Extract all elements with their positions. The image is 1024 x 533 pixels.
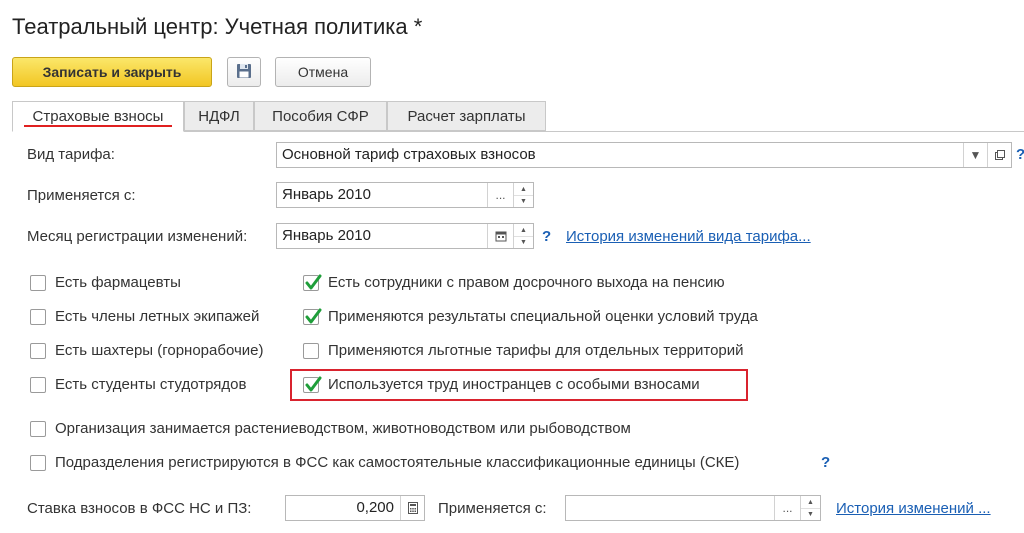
applies-from-label: Применяется с: <box>27 187 136 204</box>
reg-month-label: Месяц регистрации изменений: <box>27 228 248 245</box>
fss-history-link[interactable]: История изменений ... <box>836 500 991 517</box>
special-assessment-label[interactable]: Применяются результаты специальной оценк… <box>328 308 758 325</box>
miners-checkbox[interactable] <box>30 343 46 359</box>
spin-down-icon[interactable]: ▼ <box>514 195 533 207</box>
calendar-icon[interactable] <box>487 224 513 248</box>
territory-tariffs-label[interactable]: Применяются льготные тарифы для отдельны… <box>328 342 744 359</box>
applies-from-value: Январь 2010 <box>282 186 371 203</box>
tariff-type-select[interactable]: Основной тариф страховых взносов ▼ <box>276 142 1012 168</box>
cancel-button[interactable]: Отмена <box>275 57 371 87</box>
spin-control[interactable]: ▲ ▼ <box>800 496 820 520</box>
spin-down-icon[interactable]: ▼ <box>801 508 820 520</box>
foreign-workers-checkbox[interactable] <box>303 376 322 393</box>
checkmark-icon <box>305 308 322 324</box>
tab-label: Пособия СФР <box>272 107 369 125</box>
fss-units-help-icon[interactable]: ? <box>821 454 830 471</box>
early-pension-checkbox[interactable] <box>303 274 322 291</box>
checkmark-icon <box>305 274 322 290</box>
save-and-close-button[interactable]: Записать и закрыть <box>12 57 212 87</box>
tab-label: НДФЛ <box>198 107 240 125</box>
agro-label[interactable]: Организация занимается растениеводством,… <box>55 420 631 437</box>
tab-label: Расчет зарплаты <box>407 107 526 125</box>
calculator-icon[interactable] <box>400 496 424 520</box>
students-checkbox[interactable] <box>30 377 46 393</box>
reg-month-help-icon[interactable]: ? <box>542 228 551 245</box>
fss-units-label[interactable]: Подразделения регистрируются в ФСС как с… <box>55 454 739 471</box>
open-icon[interactable] <box>987 143 1011 167</box>
tab-benefits[interactable]: Пособия СФР <box>254 101 387 131</box>
reg-month-value: Январь 2010 <box>282 227 371 244</box>
checkmark-icon <box>305 376 322 392</box>
territory-tariffs-checkbox[interactable] <box>303 343 319 359</box>
spin-down-icon[interactable]: ▼ <box>514 236 533 248</box>
pharmacists-label[interactable]: Есть фармацевты <box>55 274 181 291</box>
pharmacists-checkbox[interactable] <box>30 275 46 291</box>
tab-insurance[interactable]: Страховые взносы <box>12 101 184 132</box>
miners-label[interactable]: Есть шахтеры (горнорабочие) <box>55 342 264 359</box>
tab-label: Страховые взносы <box>32 108 164 125</box>
fss-rate-field[interactable]: 0,200 <box>285 495 425 521</box>
fss-rate-label: Ставка взносов в ФСС НС и ПЗ: <box>27 500 252 517</box>
tariff-type-label: Вид тарифа: <box>27 146 115 163</box>
fss-rate-value: 0,200 <box>356 499 394 516</box>
foreign-workers-label[interactable]: Используется труд иностранцев с особыми … <box>328 376 700 393</box>
spin-control[interactable]: ▲ ▼ <box>513 183 533 207</box>
fss-units-checkbox[interactable] <box>30 455 46 471</box>
flight-crew-checkbox[interactable] <box>30 309 46 325</box>
early-pension-label[interactable]: Есть сотрудники с правом досрочного выхо… <box>328 274 725 291</box>
spin-control[interactable]: ▲ ▼ <box>513 224 533 248</box>
select-ellipsis-icon[interactable]: ... <box>487 183 513 207</box>
applies-from-field[interactable]: Январь 2010 ... ▲ ▼ <box>276 182 534 208</box>
special-assessment-checkbox[interactable] <box>303 308 322 325</box>
students-label[interactable]: Есть студенты студотрядов <box>55 376 246 393</box>
tab-payroll[interactable]: Расчет зарплаты <box>387 101 546 131</box>
tariff-history-link[interactable]: История изменений вида тарифа... <box>566 228 811 245</box>
dropdown-arrow-icon[interactable]: ▼ <box>963 143 987 167</box>
active-tab-underline <box>24 125 172 127</box>
fss-applies-field[interactable]: ... ▲ ▼ <box>565 495 821 521</box>
tab-ndfl[interactable]: НДФЛ <box>184 101 254 131</box>
tariff-help-icon[interactable]: ? <box>1016 146 1024 163</box>
reg-month-field[interactable]: Январь 2010 ▲ ▼ <box>276 223 534 249</box>
agro-checkbox[interactable] <box>30 421 46 437</box>
flight-crew-label[interactable]: Есть члены летных экипажей <box>55 308 259 325</box>
save-button[interactable] <box>227 57 261 87</box>
tariff-type-value: Основной тариф страховых взносов <box>282 146 536 163</box>
page-title: Театральный центр: Учетная политика * <box>12 14 423 39</box>
floppy-disk-icon <box>236 63 252 82</box>
fss-applies-label: Применяется с: <box>438 500 547 517</box>
select-ellipsis-icon[interactable]: ... <box>774 496 800 520</box>
